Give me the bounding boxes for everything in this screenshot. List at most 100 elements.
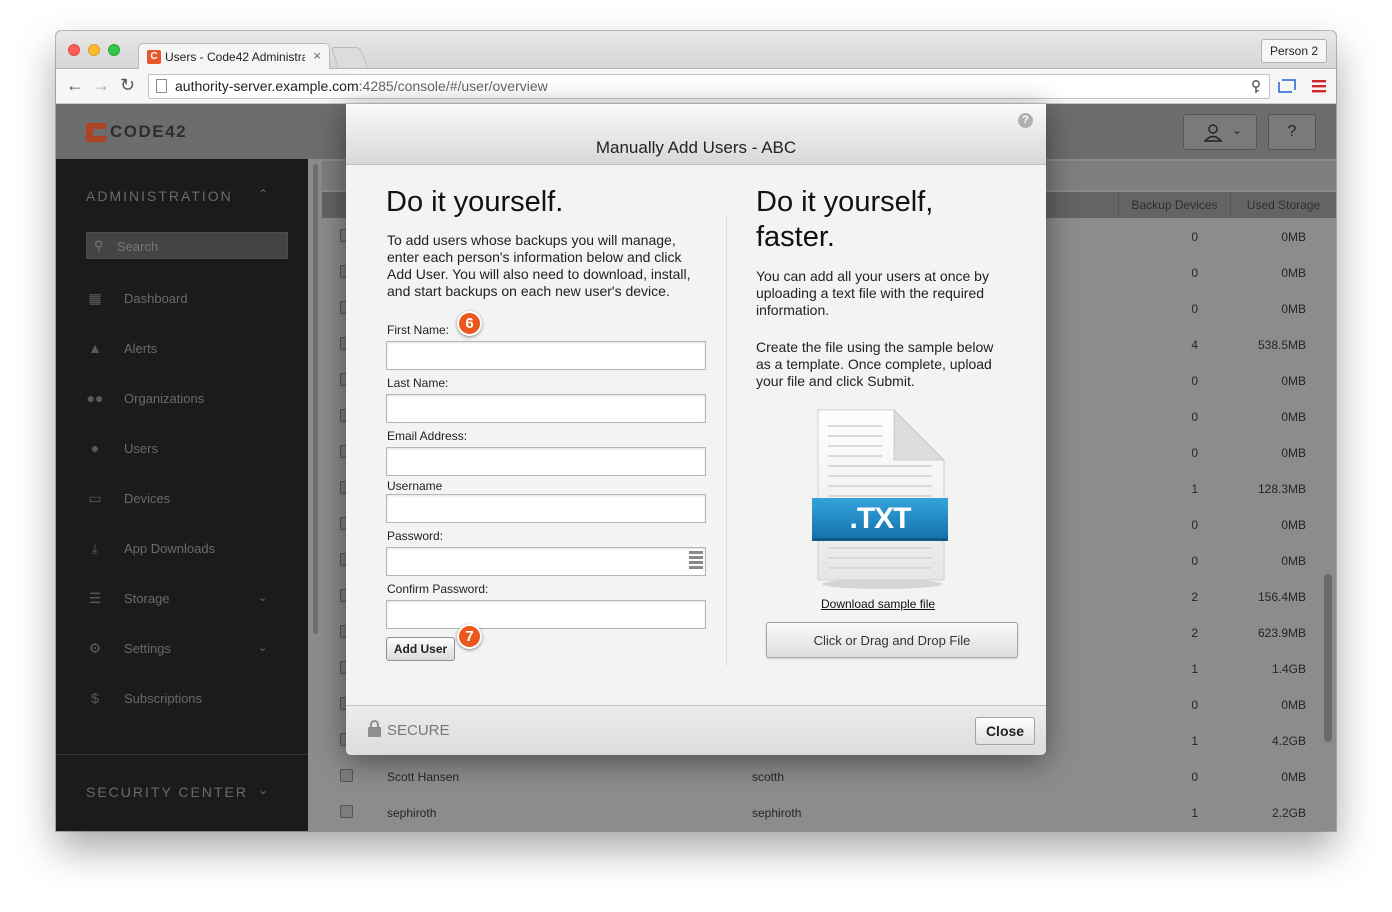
- row-checkbox[interactable]: [340, 769, 353, 782]
- key-icon[interactable]: [1251, 80, 1261, 94]
- manually-add-users-dialog: Manually Add Users - ABC ? Do it yoursel…: [346, 104, 1046, 755]
- add-user-button[interactable]: Add User: [386, 637, 455, 661]
- tab-close-icon[interactable]: ×: [313, 48, 321, 63]
- row-used-storage: 0MB: [1281, 518, 1306, 532]
- password-manager-icon[interactable]: [689, 551, 703, 573]
- dialog-header: Manually Add Users - ABC ?: [346, 104, 1046, 165]
- row-used-storage: 0MB: [1281, 230, 1306, 244]
- username-label: Username: [387, 479, 443, 493]
- table-row[interactable]: sephiroth sephiroth 1 2.2GB: [322, 795, 1322, 831]
- minimize-window-button[interactable]: [88, 44, 100, 56]
- dialog-title: Manually Add Users - ABC: [595, 138, 797, 157]
- password-input[interactable]: [386, 547, 706, 576]
- chevron-down-icon[interactable]: ⌄: [258, 783, 268, 797]
- email-input[interactable]: [386, 447, 706, 476]
- dashboard-icon: ▦: [88, 290, 102, 306]
- row-backup-devices: 0: [1191, 230, 1198, 244]
- column-backup-devices[interactable]: Backup Devices: [1118, 192, 1230, 218]
- maximize-window-button[interactable]: [108, 44, 120, 56]
- code42-logo-icon: [86, 123, 106, 142]
- row-used-storage: 623.9MB: [1257, 626, 1306, 640]
- close-window-button[interactable]: [68, 44, 80, 56]
- confirm-password-label: Confirm Password:: [387, 582, 489, 596]
- email-label: Email Address:: [387, 429, 468, 443]
- callout-badge-7: 7: [457, 624, 482, 649]
- sidebar-item-storage[interactable]: ☰ Storage ⌄: [86, 589, 288, 609]
- right-heading-line-2: faster.: [756, 221, 835, 253]
- chevron-up-icon[interactable]: ⌃: [258, 187, 268, 201]
- dialog-footer: SECURE Close: [346, 705, 1046, 755]
- row-used-storage: 0MB: [1281, 266, 1306, 280]
- row-backup-devices: 2: [1191, 590, 1198, 604]
- secure-indicator: SECURE: [368, 720, 450, 739]
- right-instructions: Create the file using the sample below a…: [756, 339, 994, 389]
- chevron-down-icon: ⌄: [258, 642, 268, 654]
- left-description: To add users whose backups you will mana…: [387, 232, 691, 299]
- table-scrollbar[interactable]: [1324, 574, 1332, 742]
- txt-file-label: .TXT: [849, 502, 912, 535]
- profile-button[interactable]: Person 2: [1260, 39, 1327, 63]
- sidebar-item-subscriptions[interactable]: $ Subscriptions: [86, 689, 288, 709]
- download-sample-link[interactable]: Download sample file: [821, 597, 935, 611]
- row-used-storage: 128.3MB: [1257, 482, 1306, 496]
- url-path: :4285/console/#/user/overview: [358, 78, 548, 94]
- sidebar-item-alerts[interactable]: ▲ Alerts: [86, 339, 288, 359]
- username-input[interactable]: [386, 494, 706, 523]
- row-used-storage: 2.2GB: [1271, 806, 1306, 820]
- dollar-icon: $: [91, 690, 99, 706]
- row-name: Scott Hansen: [387, 770, 460, 784]
- row-backup-devices: 0: [1191, 770, 1198, 784]
- row-backup-devices: 0: [1191, 410, 1198, 424]
- column-divider: [726, 216, 727, 666]
- sidebar-section-administration[interactable]: ADMINISTRATION: [86, 188, 233, 204]
- confirm-password-input[interactable]: [386, 600, 706, 629]
- sidebar-item-organizations[interactable]: ●● Organizations: [86, 389, 288, 409]
- sidebar-item-dashboard[interactable]: ▦ Dashboard: [86, 289, 288, 309]
- row-backup-devices: 2: [1191, 626, 1198, 640]
- table-row[interactable]: Scott Hansen scotth 0 0MB: [322, 759, 1322, 795]
- row-used-storage: 0MB: [1281, 698, 1306, 712]
- row-username: scotth: [752, 770, 785, 784]
- code42-favicon-icon: C: [147, 50, 161, 64]
- sidebar-item-settings[interactable]: ⚙ Settings ⌄: [86, 639, 288, 659]
- storage-icon: ☰: [88, 590, 102, 606]
- tab-strip: C Users - Code42 Administra × Person 2: [56, 31, 1336, 70]
- page-icon: [156, 79, 167, 93]
- chevron-down-icon: ⌄: [1232, 123, 1243, 137]
- upload-drop-zone-button[interactable]: Click or Drag and Drop File: [766, 622, 1018, 658]
- sidebar-item-devices[interactable]: ▭ Devices: [86, 489, 288, 509]
- row-used-storage: 0MB: [1281, 374, 1306, 388]
- right-description: You can add all your users at once by up…: [756, 268, 989, 318]
- reload-icon[interactable]: ↻: [120, 75, 135, 96]
- help-icon[interactable]: ?: [1018, 113, 1033, 128]
- sidebar-section-security-center[interactable]: SECURITY CENTER: [86, 784, 248, 800]
- sidebar-item-users[interactable]: ● Users: [86, 439, 288, 459]
- row-checkbox[interactable]: [340, 805, 353, 818]
- new-tab-button[interactable]: [330, 47, 368, 67]
- column-used-storage[interactable]: Used Storage: [1230, 192, 1336, 218]
- last-name-input[interactable]: [386, 394, 706, 423]
- sidebar-item-app-downloads[interactable]: ⤓ App Downloads: [86, 539, 288, 559]
- browser-toolbar: ← → ↻ authority-server.example.com:4285/…: [56, 69, 1336, 104]
- organizations-icon: ●●: [86, 390, 104, 406]
- close-button[interactable]: Close: [975, 717, 1035, 745]
- row-backup-devices: 1: [1191, 482, 1198, 496]
- cast-icon[interactable]: [1278, 78, 1296, 94]
- menu-icon[interactable]: [1312, 80, 1326, 93]
- forward-icon[interactable]: →: [92, 75, 110, 96]
- panel-scrollbar[interactable]: [313, 164, 318, 634]
- row-used-storage: 538.5MB: [1257, 338, 1306, 352]
- sidebar-search-input[interactable]: ⚲ Search: [86, 232, 288, 259]
- address-bar[interactable]: authority-server.example.com:4285/consol…: [148, 74, 1270, 99]
- row-username: sephiroth: [752, 806, 802, 820]
- back-icon[interactable]: ←: [66, 75, 84, 96]
- user-menu-button[interactable]: ⌄: [1183, 114, 1257, 150]
- download-icon: ⤓: [91, 540, 99, 556]
- right-heading-line-1: Do it yourself,: [756, 186, 934, 218]
- help-button[interactable]: ?: [1268, 114, 1316, 150]
- row-used-storage: 156.4MB: [1257, 590, 1306, 604]
- browser-tab[interactable]: C Users - Code42 Administra ×: [138, 43, 330, 70]
- first-name-input[interactable]: [386, 341, 706, 370]
- sidebar-divider: [56, 754, 308, 755]
- row-used-storage: 4.2GB: [1271, 734, 1306, 748]
